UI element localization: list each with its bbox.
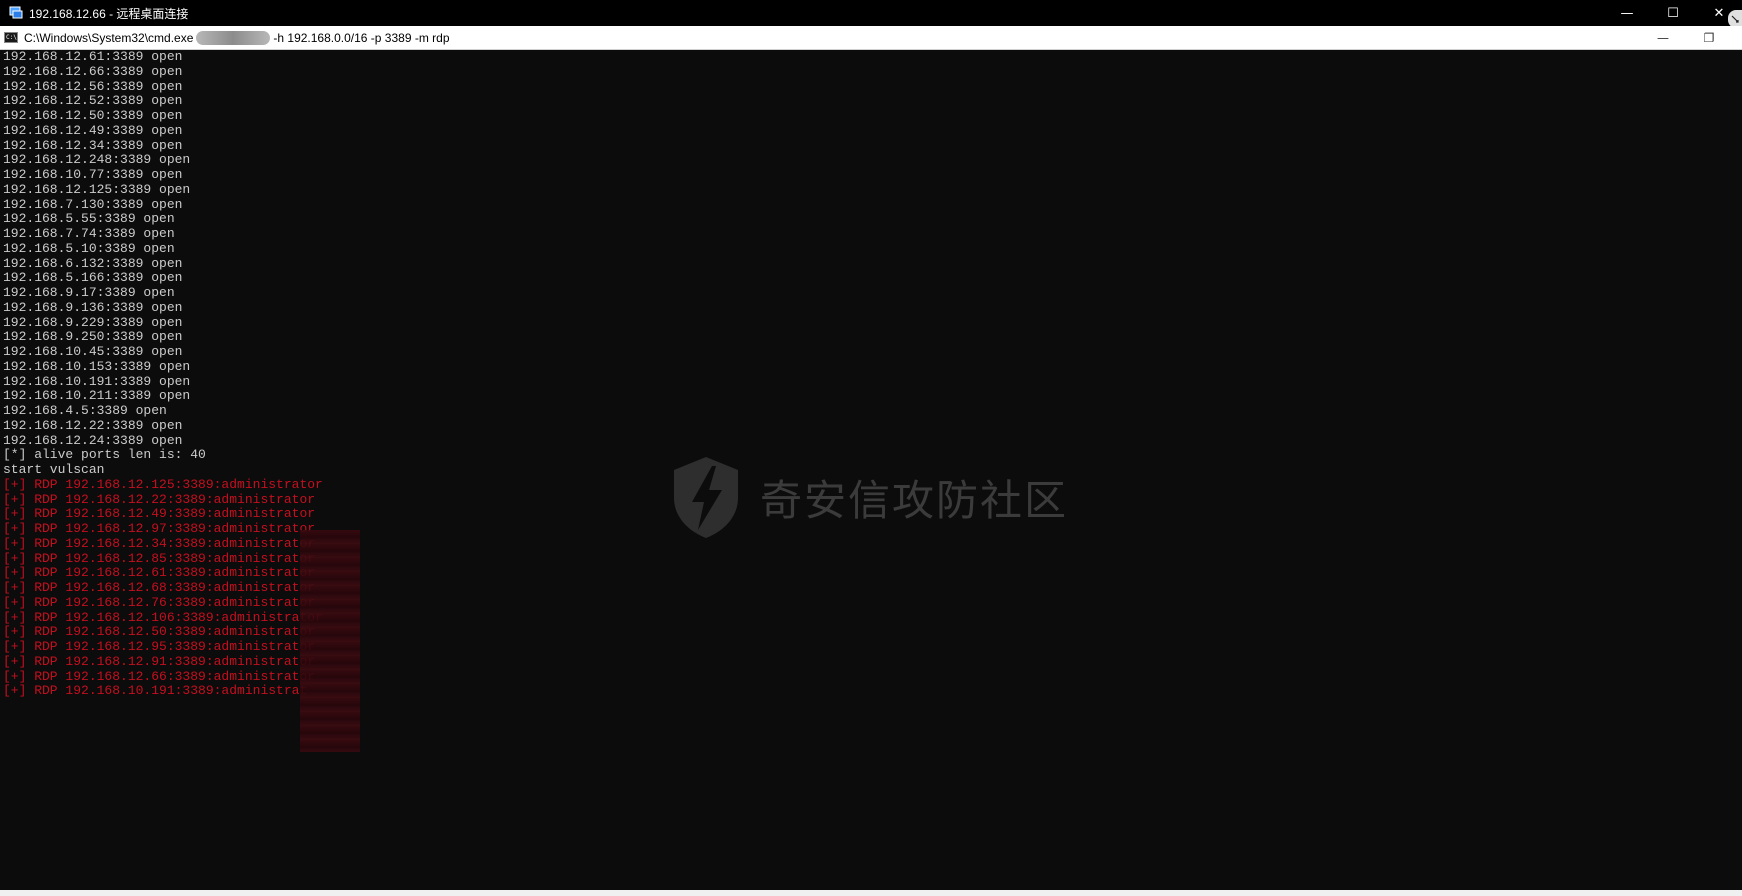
console-line: 192.168.12.125:3389 open [3,181,191,197]
console-line: 192.168.12.34:3389 open [3,137,183,153]
rdp-window-controls: — ☐ ✕ [1604,0,1742,26]
rdp-result-line: [+] RDP 192.168.12.61:3389:administrator [3,565,316,581]
console-line: 192.168.9.229:3389 open [3,314,183,330]
rdp-result-line: [+] RDP 192.168.12.125:3389:administrato… [3,476,323,492]
rdp-result-line: [+] RDP 192.168.12.95:3389:administrator [3,639,316,654]
scan-output-lines: 192.168.12.61:3389 open 192.168.12.66:33… [0,50,1742,478]
cmd-icon: C:\ [4,32,18,43]
console-line: 192.168.12.248:3389 open [3,152,191,168]
rdp-results: [+] RDP 192.168.12.125:3389:administrato… [0,476,1742,699]
cmd-titlebar[interactable]: C:\ C:\Windows\System32\cmd.exe -h 192.1… [0,26,1742,50]
cmd-restore-button[interactable]: ❐ [1686,26,1732,49]
console-line: 192.168.12.66:3389 open [3,63,183,79]
rdp-result-line: [+] RDP 192.168.12.34:3389:administrator [3,535,316,551]
redacted-passwords [300,530,360,752]
rdp-result-line: [+] RDP 192.168.12.106:3389:administrato… [3,609,323,625]
rdp-titlebar[interactable]: 192.168.12.66 - 远程桌面连接 — ☐ ✕ [0,0,1742,28]
rdp-result-line: [+] RDP 192.168.12.91:3389:administrator [3,653,316,669]
rdp-minimize-button[interactable]: — [1604,0,1650,26]
rdp-result-line: [+] RDP 192.168.12.85:3389:administrator [3,550,316,566]
console-output[interactable]: 192.168.12.61:3389 open 192.168.12.66:33… [0,50,1742,890]
console-line: 192.168.5.55:3389 open [3,211,175,227]
bottom-edge [0,890,1742,896]
rdp-result-line: [+] RDP 192.168.12.50:3389:administrator [3,624,316,640]
rdp-result-line: [+] RDP 192.168.10.191:3389:administrat [3,683,308,699]
console-line: 192.168.12.24:3389 open [3,432,183,448]
console-line: 192.168.10.191:3389 open [3,373,191,389]
cmd-window-args: -h 192.168.0.0/16 -p 3389 -m rdp [273,30,450,45]
console-line: 192.168.12.52:3389 open [3,93,183,109]
console-line: 192.168.9.17:3389 open [3,285,175,300]
rdp-maximize-button[interactable]: ☐ [1650,0,1696,26]
console-line: 192.168.4.5:3389 open [3,403,167,418]
rdp-result-line: [+] RDP 192.168.12.22:3389:administrator [3,491,316,507]
rdp-result-line: [+] RDP 192.168.12.66:3389:administrator [3,668,316,684]
start-vulscan-line: start vulscan [3,462,105,477]
console-line: 192.168.12.22:3389 open [3,417,183,433]
console-line: 192.168.10.153:3389 open [3,358,191,374]
rdp-window-title: 192.168.12.66 - 远程桌面连接 [29,6,189,21]
console-line: 192.168.5.166:3389 open [3,270,183,286]
console-line: 192.168.7.130:3389 open [3,196,183,212]
console-line: 192.168.9.250:3389 open [3,329,183,345]
rdp-result-line: [+] RDP 192.168.12.49:3389:administrator [3,506,316,522]
console-line: 192.168.10.45:3389 open [3,344,183,359]
console-line: 192.168.12.50:3389 open [3,108,183,123]
console-line: 192.168.7.74:3389 open [3,226,175,241]
rdp-result-line: [+] RDP 192.168.12.76:3389:administrator [3,594,316,610]
console-line: 192.168.5.10:3389 open [3,240,175,256]
console-line: 192.168.12.61:3389 open [3,50,183,64]
console-line: 192.168.9.136:3389 open [3,299,183,315]
cmd-minimize-button[interactable]: — [1640,26,1686,49]
remote-desktop-icon [9,6,23,20]
console-line: 192.168.12.49:3389 open [3,122,183,138]
rdp-result-line: [+] RDP 192.168.12.97:3389:administrator [3,521,316,536]
console-line: 192.168.12.56:3389 open [3,78,183,94]
alive-ports-summary: [*] alive ports len is: 40 [3,447,206,463]
rdp-result-line: [+] RDP 192.168.12.68:3389:administrator [3,580,316,595]
redacted-executable [196,30,271,45]
cmd-window-path: C:\Windows\System32\cmd.exe [24,30,194,45]
cmd-window-controls: — ❐ [1640,26,1732,49]
console-line: 192.168.10.211:3389 open [3,388,191,404]
console-line: 192.168.6.132:3389 open [3,255,183,271]
console-line: 192.168.10.77:3389 open [3,167,183,182]
